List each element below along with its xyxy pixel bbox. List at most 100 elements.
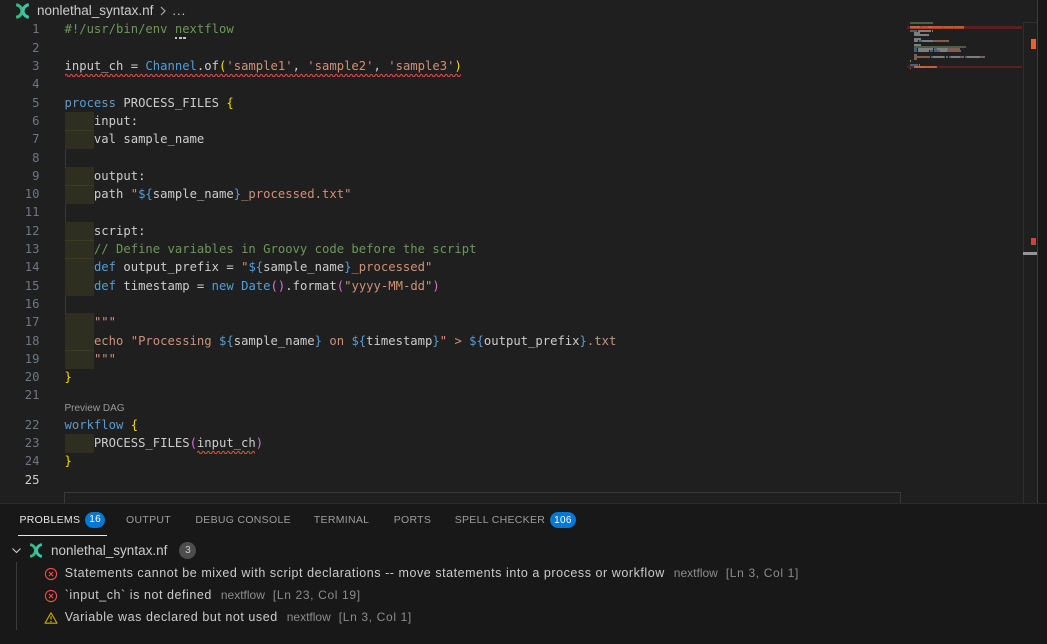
problem-row-2[interactable]: `input_ch` is not definednextflow[Ln 23,… (0, 584, 1047, 606)
panel-tab-ports[interactable]: PORTS (392, 504, 433, 536)
problem-row-1[interactable]: Statements cannot be mixed with script d… (0, 562, 1047, 584)
minimap-line (944, 56, 945, 58)
line-number-19: 19 (0, 350, 40, 369)
panel-tab-label: OUTPUT (126, 514, 171, 526)
minimap-line (930, 50, 933, 52)
panel-tab-spell-checker[interactable]: SPELL CHECKER106 (453, 504, 578, 536)
right-edge-background (1038, 0, 1047, 503)
code-line-14: def output_prefix = "${sample_name}_proc… (65, 258, 433, 277)
nextflow-file-icon (13, 3, 32, 19)
code-line-1: #!/usr/bin/env nextflow (65, 21, 234, 39)
line-number-23: 23 (0, 434, 40, 453)
indent-guide (65, 295, 66, 314)
minimap-line (951, 56, 960, 58)
minimap-line (967, 56, 980, 58)
minimap-line (922, 40, 933, 42)
spell-hint-dot (183, 37, 186, 40)
overview-ruler-marker-cursor (1023, 252, 1037, 255)
current-line-highlight (64, 492, 901, 504)
code-editor[interactable]: 1234567891011121314151617181920212223242… (0, 21, 1023, 503)
panel-tab-output[interactable]: OUTPUT (124, 504, 173, 536)
problem-position: [Ln 3, Col 1] (726, 566, 799, 580)
ruler-top-border (1023, 22, 1037, 23)
line-number-22: 22 (0, 416, 40, 435)
chevron-right-icon (159, 5, 167, 17)
line-number-25: 25 (0, 471, 40, 490)
minimap-line (940, 50, 947, 52)
minimap-error-text (910, 26, 964, 29)
minimap[interactable] (903, 21, 1023, 503)
error-icon (44, 567, 58, 586)
minimap-line (961, 56, 964, 58)
problem-message: Statements cannot be mixed with script d… (65, 566, 665, 580)
minimap-line (914, 58, 917, 60)
problem-source: nextflow (287, 610, 331, 624)
error-squiggle (65, 72, 462, 77)
problem-position: [Ln 23, Col 19] (273, 588, 361, 602)
panel-tab-label: PORTS (394, 514, 431, 526)
code-line-20: } (65, 368, 72, 387)
code-line-10: path "${sample_name}_processed.txt" (65, 185, 352, 204)
problems-count-badge: 3 (179, 542, 196, 559)
breadcrumb-file[interactable]: nonlethal_syntax.nf (37, 3, 153, 18)
code-line-5: process PROCESS_FILES { (65, 94, 234, 113)
line-number-10: 10 (0, 185, 40, 204)
minimap-line (918, 50, 929, 52)
panel-tab-terminal[interactable]: TERMINAL (312, 504, 372, 536)
code-line-22: workflow { (65, 416, 139, 435)
code-line-9: output: (65, 167, 146, 186)
code-line-12: script: (65, 222, 146, 241)
panel-tab-label: DEBUG CONSOLE (195, 514, 291, 526)
panel-tab-label: TERMINAL (314, 514, 370, 526)
code-line-24: } (65, 452, 72, 471)
overview-ruler-marker-error (1031, 238, 1036, 246)
minimap-error-text (914, 66, 937, 69)
line-number-21: 21 (0, 386, 40, 405)
minimap-line (910, 60, 911, 62)
minimap-line (932, 30, 933, 32)
breadcrumb[interactable]: nonlethal_syntax.nf ... (0, 0, 1037, 21)
panel-tab-badge: 106 (550, 512, 576, 528)
vscode-window: { "colors": { "fg": "#cccccc", "kw": "#5… (0, 0, 1047, 644)
problem-row-3[interactable]: Variable was declared but not used nextfl… (0, 606, 1047, 628)
line-number-12: 12 (0, 222, 40, 241)
problems-file-row[interactable]: nonlethal_syntax.nf 3 (0, 539, 1047, 561)
line-number-7: 7 (0, 130, 40, 149)
line-number-9: 9 (0, 167, 40, 186)
minimap-line (946, 56, 948, 58)
line-number-16: 16 (0, 295, 40, 314)
line-number-17: 17 (0, 313, 40, 332)
chevron-down-icon[interactable] (11, 545, 22, 556)
code-line-15: def timestamp = new Date().format("yyyy-… (65, 277, 440, 296)
line-number-14: 14 (0, 258, 40, 277)
line-number-20: 20 (0, 368, 40, 387)
problem-message: Variable was declared but not used (65, 610, 278, 624)
line-number-2: 2 (0, 39, 40, 58)
spell-hint-dot (175, 37, 178, 40)
minimap-line (981, 56, 985, 58)
minimap-line (948, 50, 960, 52)
problem-position: [Ln 3, Col 1] (339, 610, 412, 624)
panel-tab-label: PROBLEMS (20, 514, 81, 526)
breadcrumb-more[interactable]: ... (172, 3, 186, 18)
code-line-19: """ (65, 350, 117, 369)
minimap-line (914, 40, 918, 42)
line-number-11: 11 (0, 203, 40, 222)
minimap-line (933, 56, 944, 58)
error-squiggle (197, 449, 256, 454)
panel-tab-problems[interactable]: PROBLEMS 16 (18, 504, 107, 536)
line-number-3: 3 (0, 57, 40, 76)
indent-guide (65, 203, 66, 222)
minimap-line (934, 40, 949, 42)
codelens-preview-dag[interactable]: Preview DAG (65, 403, 125, 414)
bottom-panel: PROBLEMS 16 OUTPUT DEBUG CONSOLE TERMINAL POR… (0, 503, 1047, 644)
error-icon (44, 589, 58, 608)
line-number-1: 1 (0, 21, 40, 39)
problem-source: nextflow (674, 566, 718, 580)
minimap-line (910, 22, 933, 24)
line-number-4: 4 (0, 75, 40, 94)
panel-tab-debug-console[interactable]: DEBUG CONSOLE (193, 504, 293, 536)
line-number-24: 24 (0, 452, 40, 471)
panel-tab-badge: 16 (85, 512, 105, 528)
minimap-line (914, 50, 917, 52)
